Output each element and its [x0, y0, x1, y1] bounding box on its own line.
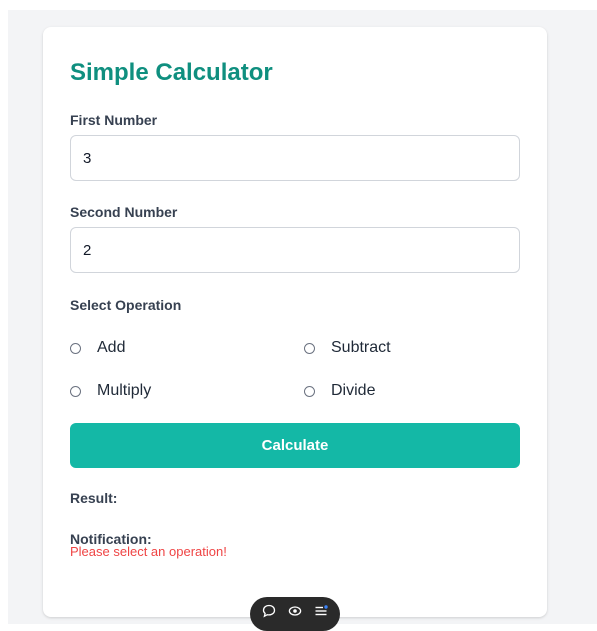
page-title: Simple Calculator — [70, 59, 273, 86]
radio-subtract[interactable]: Subtract — [304, 337, 391, 359]
chat-bubble-icon[interactable] — [262, 604, 276, 618]
radio-circle-icon — [304, 385, 315, 397]
calculate-button[interactable]: Calculate — [70, 423, 520, 468]
eye-icon[interactable] — [288, 604, 302, 618]
radio-circle-icon — [70, 385, 81, 397]
radio-divide[interactable]: Divide — [304, 380, 375, 402]
second-number-input[interactable] — [70, 227, 520, 273]
result-label: Result: — [70, 490, 118, 506]
floating-toolbar — [250, 597, 340, 631]
first-number-input[interactable] — [70, 135, 520, 181]
radio-circle-icon — [304, 342, 315, 354]
radio-circle-icon — [70, 342, 81, 354]
radio-multiply[interactable]: Multiply — [70, 380, 151, 402]
second-number-label: Second Number — [70, 204, 178, 220]
radio-subtract-label: Subtract — [331, 339, 391, 356]
calculator-card: Simple Calculator First Number Second Nu… — [43, 27, 547, 617]
radio-add[interactable]: Add — [70, 337, 125, 359]
select-operation-label: Select Operation — [70, 297, 182, 313]
radio-divide-label: Divide — [331, 382, 376, 399]
radio-add-label: Add — [97, 339, 126, 356]
list-menu-icon[interactable] — [314, 604, 328, 618]
first-number-label: First Number — [70, 112, 158, 128]
radio-multiply-label: Multiply — [97, 382, 152, 399]
error-message: Please select an operation! — [70, 544, 227, 559]
